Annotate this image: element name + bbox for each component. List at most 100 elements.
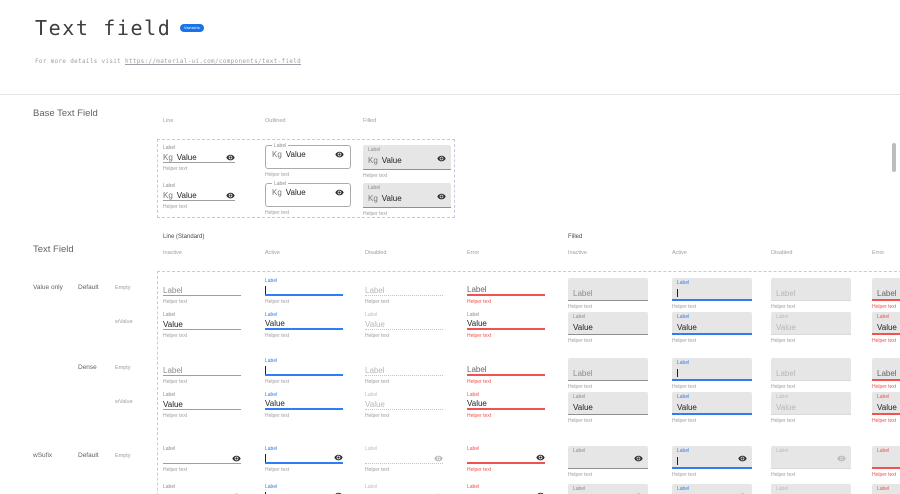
line-disabled-field[interactable]: LabelHelper text: [365, 446, 443, 473]
line-disabled-field[interactable]: LabelHelper text: [365, 358, 443, 385]
filled-input[interactable]: LabelValue: [672, 392, 752, 415]
eye-icon[interactable]: [437, 192, 446, 201]
line-disabled-field[interactable]: LabelValueHelper text: [365, 312, 443, 339]
line-disabled-field[interactable]: LabelValueHelper text: [365, 392, 443, 419]
filled-input[interactable]: Label: [771, 278, 851, 301]
eye-icon[interactable]: [232, 454, 241, 463]
filled-input[interactable]: Label: [568, 484, 648, 494]
filled-input[interactable]: LabelValue: [568, 392, 648, 415]
field-input[interactable]: [265, 365, 343, 376]
filled-input[interactable]: Label: [872, 358, 900, 381]
filled-input[interactable]: Label: [568, 278, 648, 301]
filled-input[interactable]: Label: [568, 446, 648, 469]
field-input[interactable]: Value: [163, 319, 241, 330]
filled-error-field[interactable]: LabelHelper text: [872, 446, 900, 478]
docs-link[interactable]: https://material-ui.com/components/text-…: [125, 58, 301, 65]
line-inactive-field[interactable]: LabelHelper text: [163, 278, 241, 305]
eye-icon[interactable]: [226, 191, 235, 200]
filled-active-field[interactable]: LabelValueHelper text: [672, 312, 752, 344]
eye-icon[interactable]: [738, 454, 747, 463]
filled-input[interactable]: Label: [872, 278, 900, 301]
eye-icon[interactable]: [437, 154, 446, 163]
filled-input[interactable]: Label: [672, 278, 752, 301]
field-input[interactable]: Label: [467, 365, 545, 376]
line-error-field[interactable]: Label: [467, 484, 545, 494]
eye-icon[interactable]: [226, 153, 235, 162]
field-input[interactable]: Value: [265, 319, 343, 330]
filled-input[interactable]: LabelValue: [568, 312, 648, 335]
outlined-input[interactable]: LabelKgValue: [265, 183, 351, 207]
filled-inactive-field[interactable]: LabelValueHelper text: [568, 392, 648, 424]
filled-error-field[interactable]: LabelValueHelper text: [872, 392, 900, 424]
filled-active-field[interactable]: LabelHelper text: [672, 358, 752, 390]
filled-error-field[interactable]: LabelHelper text: [872, 358, 900, 390]
filled-inactive-field[interactable]: LabelHelper text: [568, 446, 648, 478]
filled-active-field[interactable]: LabelHelper text: [672, 278, 752, 310]
filled-input[interactable]: Label: [771, 446, 851, 469]
field-input[interactable]: [163, 453, 241, 464]
base-filled-field[interactable]: LabelKgValueHelper text: [363, 145, 451, 179]
line-inactive-field[interactable]: LabelValueHelper text: [163, 392, 241, 419]
base-line-field[interactable]: LabelKgValueHelper text: [163, 145, 235, 172]
base-outlined-field[interactable]: LabelKgValueHelper text: [265, 145, 351, 178]
line-active-field[interactable]: Label: [265, 484, 343, 494]
filled-input[interactable]: LabelValue: [872, 312, 900, 335]
base-outlined-field[interactable]: LabelKgValueHelper text: [265, 183, 351, 216]
filled-input[interactable]: Label: [568, 358, 648, 381]
line-error-field[interactable]: LabelHelper text: [467, 446, 545, 473]
field-input[interactable]: KgValue: [163, 190, 235, 201]
filled-inactive-field[interactable]: LabelHelper text: [568, 358, 648, 390]
filled-input[interactable]: Label: [872, 446, 900, 469]
eye-icon[interactable]: [335, 188, 344, 197]
filled-inactive-field[interactable]: Label: [568, 484, 648, 494]
filled-error-field[interactable]: Label: [872, 484, 900, 494]
field-input[interactable]: Label: [467, 285, 545, 296]
filled-input[interactable]: LabelValue: [771, 312, 851, 335]
field-input[interactable]: [265, 453, 343, 464]
scrollbar-thumb[interactable]: [892, 143, 896, 172]
field-input[interactable]: [365, 453, 443, 464]
filled-input[interactable]: Label: [771, 358, 851, 381]
eye-icon[interactable]: [634, 454, 643, 463]
filled-disabled-field[interactable]: Label: [771, 484, 851, 494]
line-active-field[interactable]: LabelHelper text: [265, 278, 343, 305]
field-input[interactable]: Value: [265, 399, 343, 410]
filled-input[interactable]: LabelValue: [771, 392, 851, 415]
field-input[interactable]: Label: [163, 285, 241, 296]
filled-input[interactable]: Label: [672, 446, 752, 469]
field-input[interactable]: [467, 453, 545, 464]
filled-input[interactable]: LabelKgValue: [363, 183, 451, 208]
filled-input[interactable]: LabelValue: [672, 312, 752, 335]
field-input[interactable]: Label: [163, 365, 241, 376]
filled-active-field[interactable]: LabelValueHelper text: [672, 392, 752, 424]
filled-input[interactable]: Label: [672, 358, 752, 381]
line-inactive-field[interactable]: LabelHelper text: [163, 358, 241, 385]
line-active-field[interactable]: LabelHelper text: [265, 358, 343, 385]
line-active-field[interactable]: LabelValueHelper text: [265, 392, 343, 419]
filled-inactive-field[interactable]: LabelValueHelper text: [568, 312, 648, 344]
outlined-input[interactable]: LabelKgValue: [265, 145, 351, 169]
base-filled-field[interactable]: LabelKgValueHelper text: [363, 183, 451, 217]
line-error-field[interactable]: LabelHelper text: [467, 278, 545, 305]
line-error-field[interactable]: LabelValueHelper text: [467, 392, 545, 419]
field-input[interactable]: Value: [467, 319, 545, 330]
filled-input[interactable]: LabelKgValue: [363, 145, 451, 170]
eye-icon[interactable]: [335, 150, 344, 159]
filled-active-field[interactable]: Label: [672, 484, 752, 494]
eye-icon[interactable]: [434, 454, 443, 463]
filled-input[interactable]: Label: [672, 484, 752, 494]
field-input[interactable]: Value: [163, 399, 241, 410]
filled-input[interactable]: LabelValue: [872, 392, 900, 415]
filled-disabled-field[interactable]: LabelValueHelper text: [771, 392, 851, 424]
base-line-field[interactable]: LabelKgValueHelper text: [163, 183, 235, 210]
filled-disabled-field[interactable]: LabelHelper text: [771, 278, 851, 310]
filled-inactive-field[interactable]: LabelHelper text: [568, 278, 648, 310]
line-inactive-field[interactable]: LabelValueHelper text: [163, 312, 241, 339]
line-error-field[interactable]: LabelValueHelper text: [467, 312, 545, 339]
filled-input[interactable]: Label: [872, 484, 900, 494]
field-input[interactable]: KgValue: [163, 152, 235, 163]
filled-disabled-field[interactable]: LabelValueHelper text: [771, 312, 851, 344]
line-disabled-field[interactable]: Label: [365, 484, 443, 494]
filled-active-field[interactable]: LabelHelper text: [672, 446, 752, 478]
line-active-field[interactable]: LabelValueHelper text: [265, 312, 343, 339]
